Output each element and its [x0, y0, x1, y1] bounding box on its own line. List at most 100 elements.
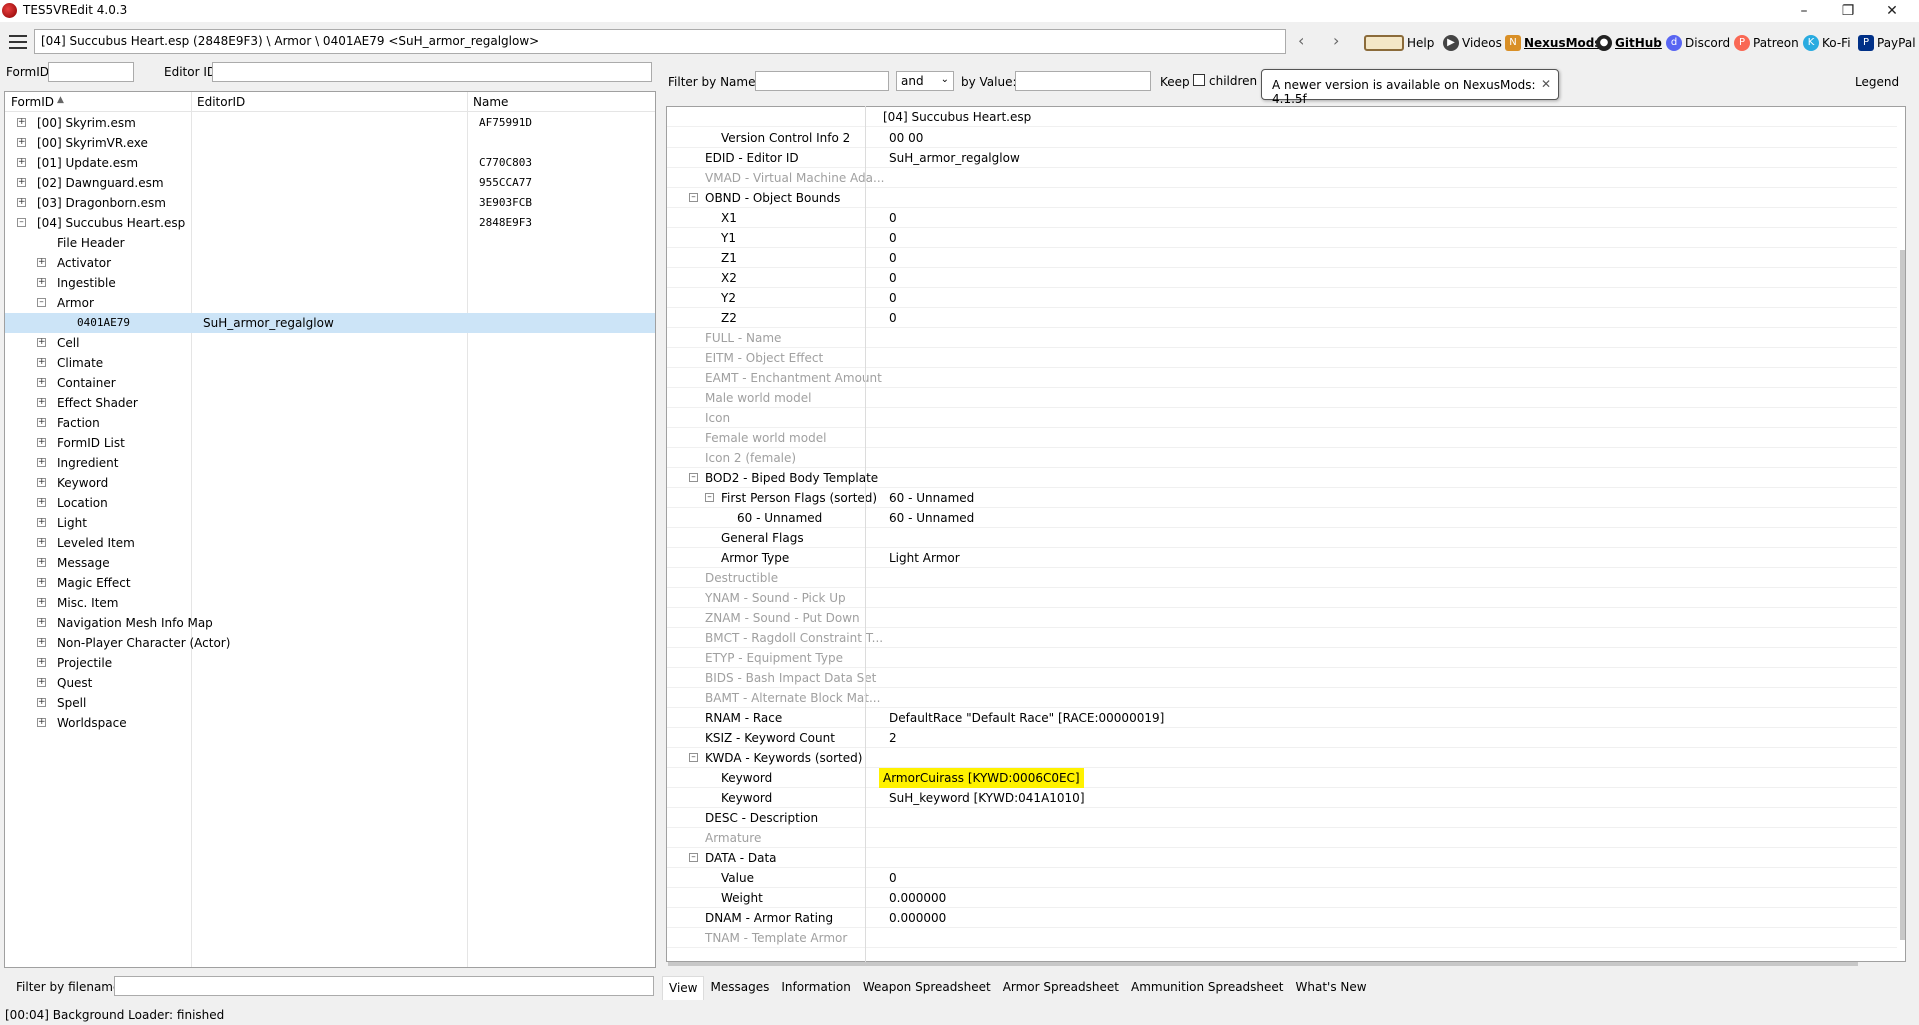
tab-information[interactable]: Information — [775, 976, 856, 1000]
expand-icon[interactable]: + — [37, 478, 46, 487]
grid-row[interactable]: EAMT - Enchantment Amount — [667, 368, 1897, 388]
tree-group-row[interactable]: + Climate — [5, 353, 655, 373]
children-checkbox[interactable] — [1193, 74, 1205, 86]
grid-row[interactable]: BAMT - Alternate Block Mat... — [667, 688, 1897, 708]
expand-icon[interactable]: + — [37, 658, 46, 667]
tree-group-row[interactable]: + Faction — [5, 413, 655, 433]
tree-file-row[interactable]: + [02] Dawnguard.esm 955CCA77 — [5, 173, 655, 193]
tab-armor-spreadsheet[interactable]: Armor Spreadsheet — [997, 976, 1125, 1000]
grid-row[interactable]: BMCT - Ragdoll Constraint T... — [667, 628, 1897, 648]
tree-group-row[interactable]: + Quest — [5, 673, 655, 693]
tree-group-row[interactable]: + FormID List — [5, 433, 655, 453]
vertical-scrollbar[interactable] — [1900, 250, 1905, 940]
grid-row[interactable]: EITM - Object Effect — [667, 348, 1897, 368]
nexusmods-link[interactable]: N NexusMods — [1505, 35, 1602, 51]
record-view-grid[interactable]: [04] Succubus Heart.esp Version Control … — [666, 106, 1906, 962]
collapse-icon[interactable]: – — [689, 853, 698, 862]
github-link[interactable]: ● GitHub — [1596, 35, 1662, 51]
grid-row[interactable]: 60 - Unnamed 60 - Unnamed — [667, 508, 1897, 528]
expand-icon[interactable]: + — [37, 258, 46, 267]
tree-group-row[interactable]: + Ingestible — [5, 273, 655, 293]
tree-group-row[interactable]: + Magic Effect — [5, 573, 655, 593]
expand-icon[interactable]: + — [37, 438, 46, 447]
grid-row[interactable]: – OBND - Object Bounds — [667, 188, 1897, 208]
grid-row[interactable]: Icon 2 (female) — [667, 448, 1897, 468]
grid-row[interactable]: FULL - Name — [667, 328, 1897, 348]
maximize-icon[interactable]: ❐ — [1826, 0, 1870, 22]
tab-messages[interactable]: Messages — [704, 976, 775, 1000]
col-editorid[interactable]: EditorID — [197, 95, 245, 109]
help-link[interactable]: Help — [1364, 35, 1434, 51]
grid-row[interactable]: YNAM - Sound - Pick Up — [667, 588, 1897, 608]
tree-group-row[interactable]: + Effect Shader — [5, 393, 655, 413]
collapse-icon[interactable]: – — [705, 493, 714, 502]
tree-file-row[interactable]: + [00] SkyrimVR.exe — [5, 133, 655, 153]
discord-link[interactable]: d Discord — [1666, 35, 1730, 51]
expand-icon[interactable]: – — [17, 218, 26, 227]
expand-icon[interactable]: + — [37, 698, 46, 707]
collapse-icon[interactable]: – — [689, 193, 698, 202]
expand-icon[interactable]: + — [17, 118, 26, 127]
kofi-link[interactable]: K Ko-Fi — [1803, 35, 1851, 51]
record-tree[interactable]: FormID ▲ EditorID Name + [00] Skyrim.esm A… — [4, 91, 656, 968]
tab-what-s-new[interactable]: What's New — [1290, 976, 1373, 1000]
tree-group-row[interactable]: + Container — [5, 373, 655, 393]
expand-icon[interactable]: + — [37, 598, 46, 607]
expand-icon[interactable]: + — [37, 498, 46, 507]
grid-row[interactable]: X1 0 — [667, 208, 1897, 228]
grid-row[interactable]: X2 0 — [667, 268, 1897, 288]
grid-row[interactable]: BIDS - Bash Impact Data Set — [667, 668, 1897, 688]
tree-group-row[interactable]: + Keyword — [5, 473, 655, 493]
grid-row[interactable]: Y2 0 — [667, 288, 1897, 308]
grid-row[interactable]: Version Control Info 2 00 00 — [667, 128, 1897, 148]
tree-file-row[interactable]: – [04] Succubus Heart.esp 2848E9F3 — [5, 213, 655, 233]
grid-row[interactable]: Icon — [667, 408, 1897, 428]
videos-link[interactable]: ▶ Videos — [1443, 35, 1502, 51]
grid-row[interactable]: Armature — [667, 828, 1897, 848]
menu-icon[interactable] — [9, 35, 27, 49]
expand-icon[interactable]: + — [37, 578, 46, 587]
expand-icon[interactable]: + — [37, 458, 46, 467]
expand-icon[interactable]: + — [17, 138, 26, 147]
tree-group-row[interactable]: + Non-Player Character (Actor) — [5, 633, 655, 653]
expand-icon[interactable]: + — [37, 678, 46, 687]
patreon-link[interactable]: P Patreon — [1734, 35, 1799, 51]
grid-row[interactable]: Y1 0 — [667, 228, 1897, 248]
collapse-icon[interactable]: – — [689, 473, 698, 482]
and-select[interactable]: and ⌄ — [896, 71, 954, 91]
legend-button[interactable]: Legend — [1855, 75, 1899, 89]
close-icon[interactable]: ✕ — [1870, 0, 1914, 22]
tree-group-row[interactable]: + Location — [5, 493, 655, 513]
tree-file-row[interactable]: + [01] Update.esm C770C803 — [5, 153, 655, 173]
expand-icon[interactable]: + — [37, 558, 46, 567]
back-arrow-icon[interactable]: ‹ — [1298, 31, 1304, 50]
expand-icon[interactable]: + — [17, 198, 26, 207]
tree-group-row[interactable]: + Ingredient — [5, 453, 655, 473]
expand-icon[interactable]: + — [37, 618, 46, 627]
tree-group-row[interactable]: + Spell — [5, 693, 655, 713]
grid-row[interactable]: Destructible — [667, 568, 1897, 588]
grid-row[interactable]: General Flags — [667, 528, 1897, 548]
grid-row[interactable]: Female world model — [667, 428, 1897, 448]
expand-icon[interactable]: + — [37, 718, 46, 727]
tree-group-row[interactable]: + Projectile — [5, 653, 655, 673]
minimize-icon[interactable]: – — [1782, 0, 1826, 22]
grid-row[interactable]: TNAM - Template Armor — [667, 928, 1897, 948]
tab-ammunition-spreadsheet[interactable]: Ammunition Spreadsheet — [1125, 976, 1290, 1000]
tree-group-row[interactable]: + Cell — [5, 333, 655, 353]
grid-row[interactable]: Keyword ArmorCuirass [KYWD:0006C0EC] — [667, 768, 1897, 788]
tree-file-row[interactable]: + [00] Skyrim.esm AF75991D — [5, 113, 655, 133]
forward-arrow-icon[interactable]: › — [1333, 31, 1339, 50]
tree-group-row[interactable]: + Navigation Mesh Info Map — [5, 613, 655, 633]
grid-row[interactable]: Keyword SuH_keyword [KYWD:041A1010] — [667, 788, 1897, 808]
tree-selected-record[interactable]: 0401AE79 SuH_armor_regalglow — [5, 313, 655, 333]
grid-row[interactable]: Z1 0 — [667, 248, 1897, 268]
close-tooltip-icon[interactable]: ✕ — [1541, 77, 1551, 91]
collapse-icon[interactable]: – — [689, 753, 698, 762]
col-formid[interactable]: FormID — [11, 95, 54, 109]
tab-weapon-spreadsheet[interactable]: Weapon Spreadsheet — [857, 976, 997, 1000]
formid-input[interactable] — [48, 62, 134, 82]
filter-name-input[interactable] — [755, 71, 889, 91]
filter-filename-input[interactable] — [114, 976, 654, 996]
grid-row[interactable]: Armor Type Light Armor — [667, 548, 1897, 568]
